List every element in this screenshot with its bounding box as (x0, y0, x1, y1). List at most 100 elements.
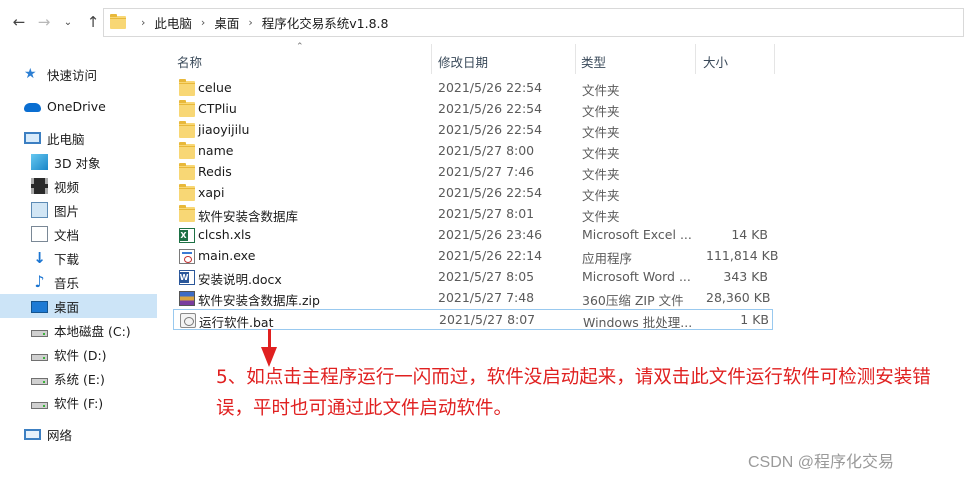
video-icon (31, 178, 48, 194)
sort-ascending-caret-icon: ⌃ (296, 42, 304, 52)
file-name: CTPliu (198, 101, 237, 116)
nav-item-drive-e[interactable]: 系统 (E:) (0, 367, 157, 389)
nav-item-desktop[interactable]: 桌面 (0, 294, 157, 318)
chevron-down-icon[interactable]: ⌄ (59, 12, 77, 32)
nav-item-label: 下载 (54, 251, 80, 267)
file-size: 111,814 KB (706, 248, 779, 263)
file-name: clcsh.xls (198, 227, 252, 242)
file-size: 28,360 KB (706, 290, 771, 305)
address-bar[interactable]: › 此电脑 › 桌面 › 程序化交易系统v1.8.8 (103, 8, 964, 37)
file-row[interactable]: clcsh.xls 2021/5/26 23:46 Microsoft Exce… (173, 225, 773, 246)
file-name: celue (198, 80, 232, 95)
file-type: 文件夹 (582, 104, 620, 119)
folder-icon (110, 14, 126, 29)
nav-item-label: 图片 (54, 203, 80, 219)
file-date: 2021/5/27 7:48 (438, 290, 535, 305)
computer-icon (24, 132, 41, 144)
music-icon: ♪ (34, 272, 45, 291)
breadcrumb-current-folder[interactable]: 程序化交易系统v1.8.8 (262, 13, 389, 32)
file-date: 2021/5/26 22:54 (438, 101, 543, 116)
file-row[interactable]: CTPliu 2021/5/26 22:54 文件夹 (173, 99, 773, 120)
nav-item-label: 文档 (54, 227, 80, 243)
column-header-name[interactable]: 名称 (177, 52, 202, 71)
nav-item-music[interactable]: ♪ 音乐 (0, 271, 157, 293)
file-row[interactable]: main.exe 2021/5/26 22:14 应用程序 111,814 KB (173, 246, 779, 267)
file-date: 2021/5/27 8:05 (438, 269, 535, 284)
documents-icon (31, 226, 48, 242)
nav-item-drive-c[interactable]: 本地磁盘 (C:) (0, 319, 157, 341)
file-row[interactable]: name 2021/5/27 8:00 文件夹 (173, 141, 773, 162)
file-type: 360压缩 ZIP 文件 (582, 293, 684, 308)
forward-arrow-icon[interactable]: → (35, 12, 53, 32)
file-row[interactable]: 安装说明.docx 2021/5/27 8:05 Microsoft Word … (173, 267, 773, 288)
up-arrow-icon[interactable]: ↑ (84, 12, 102, 32)
folder-icon (179, 142, 195, 159)
column-header-type[interactable]: 类型 (581, 52, 606, 71)
file-date: 2021/5/27 8:07 (439, 312, 536, 327)
file-row[interactable]: 软件安装含数据库 2021/5/27 8:01 文件夹 (173, 204, 773, 225)
file-row-highlighted[interactable]: 运行软件.bat 2021/5/27 8:07 Windows 批处理... 1… (173, 309, 773, 330)
nav-item-label: 软件 (F:) (54, 395, 104, 411)
nav-item-label: 此电脑 (47, 131, 85, 147)
breadcrumb-separator-icon: › (248, 16, 253, 29)
file-type: 文件夹 (582, 83, 620, 98)
drive-icon (31, 353, 48, 361)
bat-file-icon (180, 313, 196, 328)
nav-item-downloads[interactable]: ↓ 下载 (0, 247, 157, 269)
file-size: 1 KB (740, 312, 769, 327)
file-type: 应用程序 (582, 251, 633, 266)
navigation-pane: ★ 快速访问 OneDrive 此电脑 3D 对象 视频 图片 文档 ↓ 下载 … (0, 44, 157, 478)
column-header-date[interactable]: 修改日期 (438, 52, 488, 71)
file-row[interactable]: jiaoyijilu 2021/5/26 22:54 文件夹 (173, 120, 773, 141)
nav-item-drive-f[interactable]: 软件 (F:) (0, 391, 157, 413)
file-name: Redis (198, 164, 232, 179)
file-name: 软件安装含数据库 (198, 209, 299, 224)
column-divider[interactable] (695, 44, 696, 74)
excel-file-icon (179, 228, 195, 243)
file-type: 文件夹 (582, 188, 620, 203)
file-row[interactable]: xapi 2021/5/26 22:54 文件夹 (173, 183, 773, 204)
file-date: 2021/5/26 22:54 (438, 122, 543, 137)
exe-file-icon (179, 249, 195, 264)
nav-item-label: 网络 (47, 427, 73, 443)
3d-objects-icon (31, 154, 48, 170)
nav-item-documents[interactable]: 文档 (0, 223, 157, 245)
column-divider[interactable] (431, 44, 432, 74)
column-divider[interactable] (774, 44, 775, 74)
nav-item-3d-objects[interactable]: 3D 对象 (0, 151, 157, 173)
breadcrumb-desktop[interactable]: 桌面 (214, 13, 239, 32)
file-date: 2021/5/26 22:54 (438, 80, 543, 95)
breadcrumb-this-pc[interactable]: 此电脑 (154, 13, 192, 32)
nav-item-videos[interactable]: 视频 (0, 175, 157, 197)
file-row[interactable]: celue 2021/5/26 22:54 文件夹 (173, 78, 773, 99)
nav-item-label: 系统 (E:) (54, 371, 105, 387)
pictures-icon (31, 202, 48, 218)
nav-item-pictures[interactable]: 图片 (0, 199, 157, 221)
drive-icon (31, 401, 48, 409)
file-date: 2021/5/27 7:46 (438, 164, 535, 179)
nav-item-network[interactable]: 网络 (0, 423, 157, 445)
file-name: xapi (198, 185, 225, 200)
file-type: Microsoft Word ... (582, 269, 691, 284)
network-icon (24, 428, 41, 440)
column-header-size[interactable]: 大小 (703, 52, 728, 71)
nav-item-label: 快速访问 (47, 67, 98, 83)
nav-item-quick-access[interactable]: ★ 快速访问 (0, 63, 157, 85)
nav-item-label: 音乐 (54, 275, 80, 291)
onedrive-cloud-icon (24, 103, 41, 112)
file-row[interactable]: 软件安装含数据库.zip 2021/5/27 7:48 360压缩 ZIP 文件… (173, 288, 773, 309)
column-divider[interactable] (575, 44, 576, 74)
folder-icon (179, 121, 195, 138)
nav-item-label: 视频 (54, 179, 80, 195)
breadcrumb-separator-icon: › (141, 16, 146, 29)
file-name: jiaoyijilu (198, 122, 250, 137)
windows-drive-icon (31, 329, 48, 337)
watermark: CSDN @程序化交易 (748, 454, 895, 471)
nav-item-onedrive[interactable]: OneDrive (0, 95, 157, 117)
folder-icon (179, 163, 195, 180)
nav-item-drive-d[interactable]: 软件 (D:) (0, 343, 157, 365)
nav-item-this-pc[interactable]: 此电脑 (0, 127, 157, 149)
back-arrow-icon[interactable]: ← (10, 12, 28, 32)
file-name: 运行软件.bat (199, 315, 274, 330)
file-row[interactable]: Redis 2021/5/27 7:46 文件夹 (173, 162, 773, 183)
